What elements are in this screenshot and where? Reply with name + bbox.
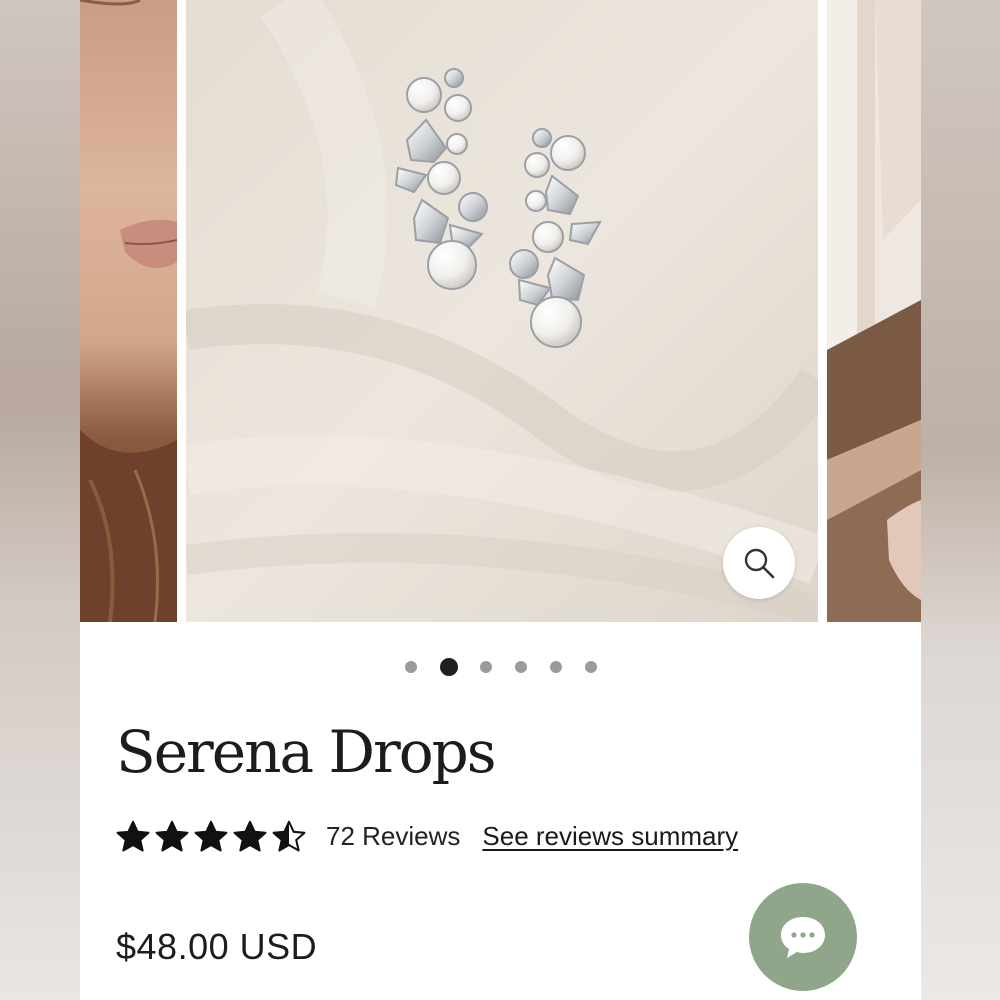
carousel-slide-previous[interactable] — [80, 0, 177, 622]
background-blur-left — [0, 0, 80, 1000]
pagination-dot[interactable] — [550, 661, 562, 673]
carousel-slide-current[interactable] — [186, 0, 818, 622]
rating-row: 72 Reviews See reviews summary — [116, 816, 738, 856]
pagination-dot[interactable] — [515, 661, 527, 673]
carousel-pagination — [80, 655, 921, 679]
magnifier-icon — [744, 548, 775, 579]
pagination-dot[interactable] — [405, 661, 417, 673]
see-reviews-summary-link[interactable]: See reviews summary — [482, 821, 738, 852]
star-icon — [116, 820, 150, 852]
lifestyle-image — [827, 0, 921, 622]
pagination-dot[interactable] — [480, 661, 492, 673]
star-icon — [194, 820, 228, 852]
product-page: Serena Drops 72 Reviews See reviews summ… — [80, 0, 921, 1000]
zoom-button[interactable] — [723, 527, 795, 599]
earrings-product-image — [186, 0, 818, 622]
reviews-count: 72 Reviews — [326, 820, 461, 851]
pagination-dot-active[interactable] — [440, 658, 458, 676]
star-icon — [233, 820, 267, 852]
star-rating — [116, 819, 306, 853]
pagination-dot[interactable] — [585, 661, 597, 673]
background-blur-right — [921, 0, 1000, 1000]
product-image-carousel[interactable] — [80, 0, 921, 622]
carousel-slide-next[interactable] — [827, 0, 921, 622]
chat-bubble-icon — [781, 917, 825, 958]
chat-button[interactable] — [749, 883, 857, 991]
product-title: Serena Drops — [116, 718, 497, 786]
star-icon — [272, 820, 306, 852]
product-price: $48.00 USD — [116, 926, 318, 967]
model-face-image — [80, 0, 177, 622]
star-icon — [155, 820, 189, 852]
